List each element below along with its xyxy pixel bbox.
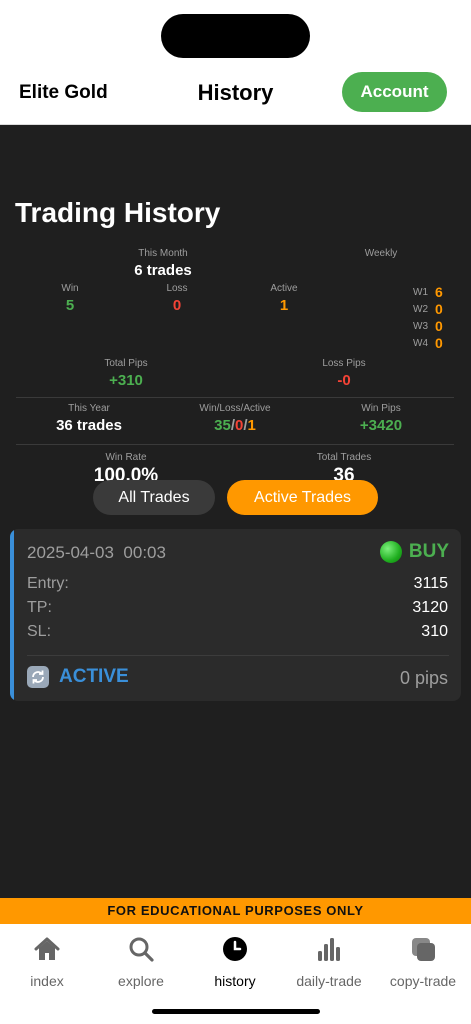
tab-copy-trade[interactable]: copy-trade bbox=[376, 934, 470, 989]
win-pips-label: Win Pips bbox=[361, 403, 401, 414]
sl-label: SL: bbox=[27, 623, 52, 640]
year-win: 35 bbox=[214, 417, 231, 434]
stats-divider bbox=[16, 397, 454, 398]
trade-pips: 0 pips bbox=[399, 668, 448, 688]
loss-pips-value: -0 bbox=[337, 372, 351, 389]
total-pips-value: +310 bbox=[109, 372, 143, 389]
sl-value: 310 bbox=[421, 623, 448, 640]
trade-status-label: ACTIVE bbox=[59, 666, 129, 687]
tab-daily-trade[interactable]: daily-trade bbox=[282, 934, 376, 989]
week-value: 0 bbox=[435, 318, 443, 334]
tab-label: copy-trade bbox=[389, 973, 457, 989]
tab-label: history bbox=[214, 973, 256, 989]
weekly-label: Weekly bbox=[364, 248, 398, 259]
card-accent-bar bbox=[10, 529, 14, 701]
trade-side-label: BUY bbox=[408, 541, 449, 562]
week-value: 6 bbox=[435, 284, 443, 300]
dynamic-island bbox=[161, 14, 310, 58]
filter-active-trades[interactable]: Active Trades bbox=[227, 480, 378, 515]
filter-all-trades[interactable]: All Trades bbox=[93, 480, 215, 515]
this-year-label: This Year bbox=[68, 403, 110, 414]
entry-label: Entry: bbox=[27, 575, 69, 592]
tp-value: 3120 bbox=[412, 599, 448, 616]
trade-side: BUY bbox=[379, 541, 449, 563]
trade-card[interactable]: 2025-04-03 00:03 BUY Entry: 3115 TP: 312… bbox=[10, 529, 461, 701]
week-label: W3 bbox=[413, 321, 428, 332]
entry-value: 3115 bbox=[413, 575, 448, 592]
this-year-value: 36 trades bbox=[56, 417, 122, 434]
sync-icon bbox=[27, 666, 49, 688]
trade-date: 2025-04-03 bbox=[27, 543, 114, 562]
tab-label: daily-trade bbox=[296, 973, 362, 989]
win-pips-value: +3420 bbox=[359, 417, 403, 434]
home-indicator bbox=[152, 1009, 320, 1014]
this-month-value: 6 trades bbox=[134, 262, 192, 279]
week-label: W2 bbox=[413, 304, 428, 315]
win-loss-active-value: 35/0/1 bbox=[175, 417, 295, 434]
disclaimer-banner: FOR EDUCATIONAL PURPOSES ONLY bbox=[0, 898, 471, 924]
app-header: Elite Gold History Account bbox=[0, 58, 471, 125]
copy-icon bbox=[412, 938, 435, 961]
week-value: 0 bbox=[435, 301, 443, 317]
account-button[interactable]: Account bbox=[342, 72, 447, 112]
tab-index[interactable]: index bbox=[0, 934, 94, 989]
week-label: W1 bbox=[413, 287, 428, 298]
clock-icon bbox=[223, 937, 247, 961]
stats-divider bbox=[16, 444, 454, 445]
home-icon bbox=[34, 937, 60, 960]
year-active: 1 bbox=[247, 417, 256, 434]
total-pips-label: Total Pips bbox=[104, 358, 148, 369]
tab-label: explore bbox=[118, 973, 164, 989]
total-trades-label: Total Trades bbox=[316, 452, 372, 463]
trade-datetime: 2025-04-03 00:03 bbox=[27, 543, 166, 563]
active-count: 1 bbox=[279, 297, 289, 314]
green-circle-icon bbox=[379, 541, 402, 563]
win-rate-label: Win Rate bbox=[105, 452, 147, 463]
tab-explore[interactable]: explore bbox=[94, 934, 188, 989]
tab-label: index bbox=[30, 973, 64, 989]
tab-history[interactable]: history bbox=[188, 934, 282, 989]
win-loss-active-label: Win/Loss/Active bbox=[199, 403, 271, 414]
week-value: 0 bbox=[435, 335, 443, 351]
week-label: W4 bbox=[413, 338, 428, 349]
loss-pips-label: Loss Pips bbox=[322, 358, 366, 369]
loss-label: Loss bbox=[166, 283, 188, 294]
history-screen: Trading History This Month 6 trades Win … bbox=[0, 125, 471, 898]
trade-time: 00:03 bbox=[123, 543, 166, 562]
search-icon bbox=[129, 937, 154, 962]
loss-count: 0 bbox=[172, 297, 182, 314]
page-title: Trading History bbox=[15, 197, 221, 228]
card-divider bbox=[27, 655, 449, 656]
trade-status: ACTIVE bbox=[27, 666, 129, 688]
win-count: 5 bbox=[65, 297, 75, 314]
this-month-label: This Month bbox=[138, 248, 188, 259]
win-label: Win bbox=[61, 283, 79, 294]
active-label: Active bbox=[270, 283, 298, 294]
bar-chart-icon bbox=[318, 938, 340, 961]
tp-label: TP: bbox=[27, 599, 52, 616]
